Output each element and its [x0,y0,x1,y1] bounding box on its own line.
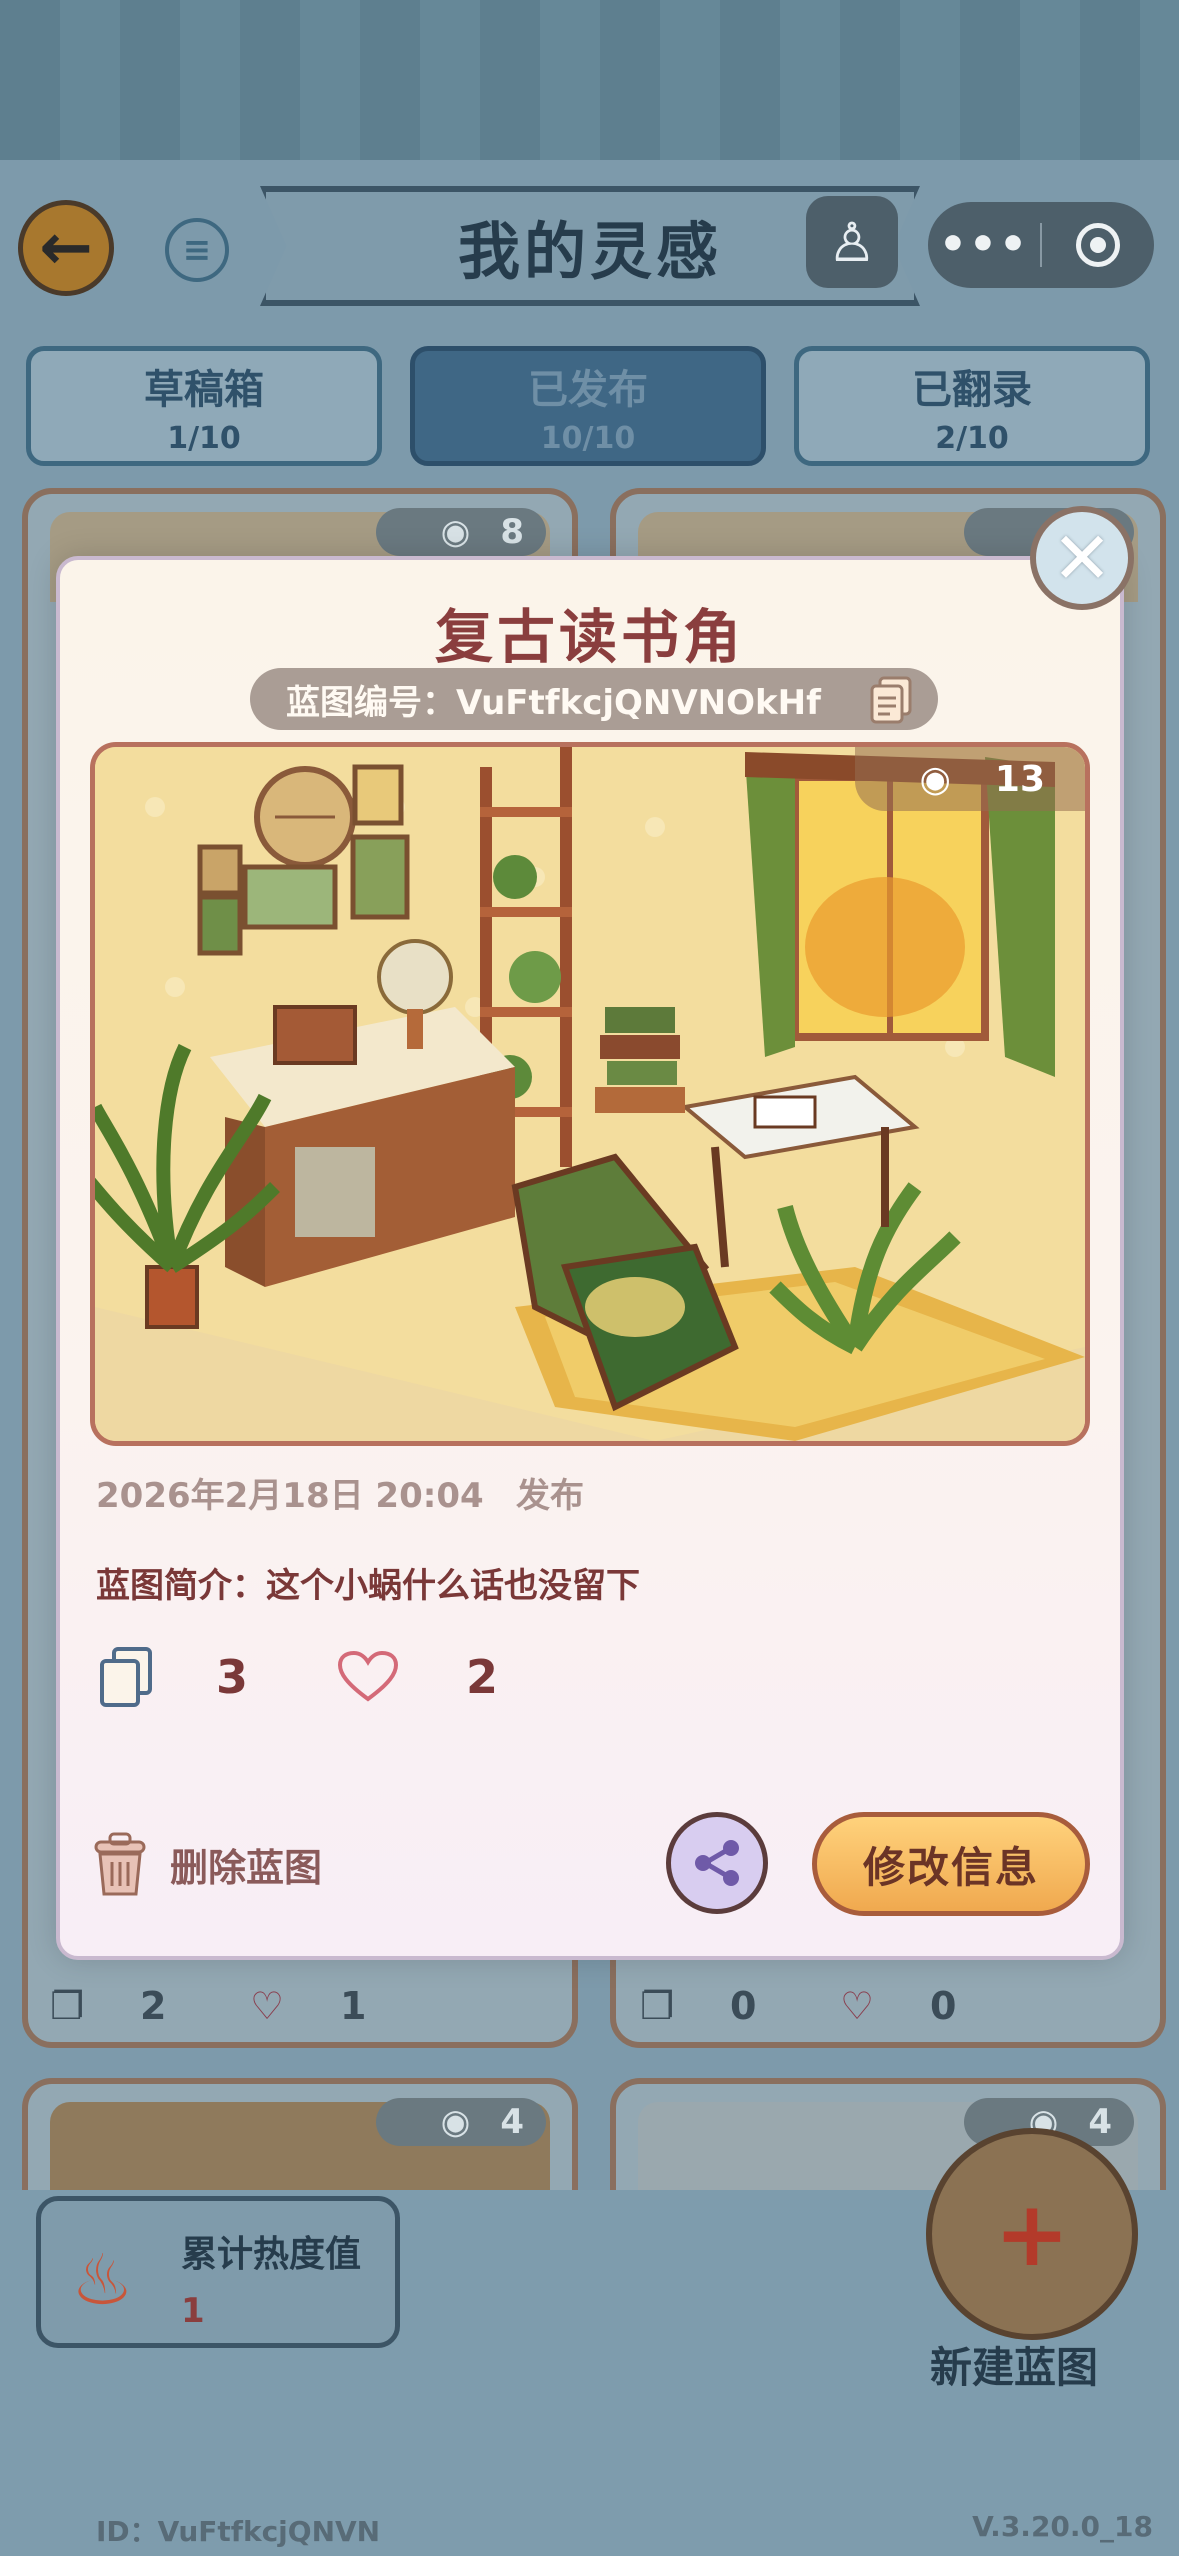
plus-icon: + [994,2181,1070,2287]
top-banner [0,0,1179,160]
preview-view-count: 13 [994,758,1045,800]
card-views: ◉ 8 [376,508,546,556]
eye-icon: ◉ [919,758,951,800]
flame-icon: ♨ [71,2239,134,2321]
heart-icon: ♡ [840,1984,875,2028]
blueprint-preview-image: ◉ 13 [90,742,1090,1446]
publish-date: 2026年2月18日 20:04 [96,1476,484,1516]
new-blueprint-button[interactable]: + [926,2128,1138,2340]
blueprint-description: 蓝图简介：这个小蜗什么话也没留下 [96,1566,640,1606]
heart-icon: ♡ [250,1984,285,2028]
copy-count: 3 [216,1650,249,1704]
tab-count: 1/10 [167,420,241,456]
share-icon [695,1840,739,1886]
blueprint-code-text: 蓝图编号：VuFtfkcjQNVNOkHf [286,682,821,723]
blueprint-detail-modal: 复古读书角 蓝图编号：VuFtfkcjQNVNOkHf ◉ 13 2026年2月… [56,556,1124,1960]
back-button[interactable]: ← [18,200,114,296]
edit-info-button[interactable]: 修改信息 [812,1812,1090,1916]
more-icon[interactable]: ••• [928,202,1040,288]
mini-program-capsule: ••• [928,202,1154,288]
card-stats: ❐ 0 ♡ 0 [640,1976,956,2036]
share-button[interactable] [666,1812,768,1914]
tab-drafts[interactable]: 草稿箱 1/10 [26,346,382,466]
blueprint-stats: 3 2 [96,1642,498,1712]
user-icon[interactable]: ♙ [806,196,898,288]
close-modal-button[interactable]: ✕ [1030,506,1134,610]
tab-published[interactable]: 已发布 10/10 [410,346,766,466]
room-illustration [95,747,1085,1441]
new-blueprint-label: 新建蓝图 [930,2343,1099,2392]
version-label: V.3.20.0_18 [972,2510,1153,2543]
close-program-button[interactable] [1042,223,1154,267]
user-id: ID：VuFtfkcjQNVN [96,2515,381,2548]
like-count: 0 [930,1984,957,2028]
heat-value: 1 [181,2291,205,2331]
eye-icon: ◉ [440,512,471,552]
heat-card[interactable]: ♨ 累计热度值 1 [36,2196,400,2348]
tab-label: 草稿箱 [144,366,264,413]
copy-icon: ❐ [50,1984,85,2028]
trash-icon [94,1832,146,1896]
tab-count: 10/10 [540,420,636,456]
publish-label: 发布 [516,1476,584,1516]
arrow-left-icon: ← [39,211,93,285]
preview-views: ◉ 13 [855,747,1085,811]
tab-count: 2/10 [935,420,1009,456]
heart-icon[interactable] [336,1649,400,1705]
copy-code-icon[interactable] [868,674,916,724]
delete-label: 删除蓝图 [170,1845,323,1890]
copy-icon [100,1647,152,1707]
tab-label: 已发布 [528,366,648,413]
blueprint-title: 复古读书角 [434,603,745,671]
edit-info-label: 修改信息 [862,1842,1039,1892]
copy-icon: ❐ [640,1984,675,2028]
card-stats: ❐ 2 ♡ 1 [50,1976,366,2036]
copy-count: 0 [730,1984,757,2028]
list-icon[interactable]: ≡ [165,218,229,282]
tab-label: 已翻录 [912,366,1032,413]
like-count: 2 [466,1650,499,1704]
delete-blueprint-button[interactable]: 删除蓝图 [84,1828,322,1900]
tab-transcribed[interactable]: 已翻录 2/10 [794,346,1150,466]
close-icon: ✕ [1051,516,1113,600]
target-icon [1076,223,1120,267]
copy-count: 2 [140,1984,167,2028]
heat-label: 累计热度值 [181,2234,362,2275]
page-title: 我的灵感 [457,215,722,288]
card-views: ◉ 4 [376,2098,546,2146]
eye-icon: ◉ [440,2102,471,2142]
blueprint-code: 蓝图编号：VuFtfkcjQNVNOkHf [250,668,938,730]
like-count: 1 [340,1984,367,2028]
